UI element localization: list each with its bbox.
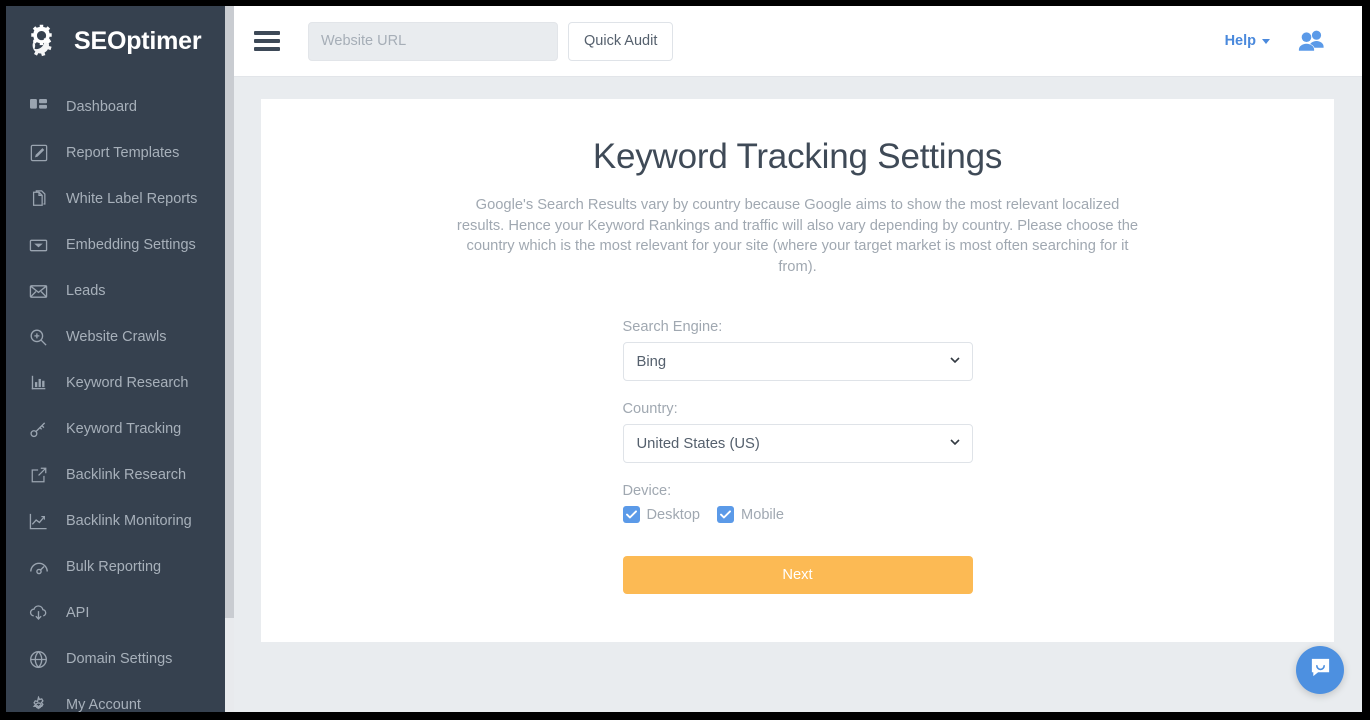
search-engine-select[interactable]: Bing	[623, 342, 973, 381]
bar-chart-icon	[28, 373, 49, 394]
copy-documents-icon	[28, 189, 49, 210]
topbar: Quick Audit Help	[234, 6, 1362, 77]
content-area: Keyword Tracking Settings Google's Searc…	[234, 77, 1362, 712]
next-button[interactable]: Next	[623, 556, 973, 594]
chevron-down-icon	[1262, 39, 1270, 44]
pencil-square-icon	[28, 143, 49, 164]
sidebar-item-dashboard[interactable]: Dashboard	[6, 84, 234, 130]
sidebar-item-label: Domain Settings	[66, 651, 172, 667]
key-icon	[28, 419, 49, 440]
help-menu[interactable]: Help	[1225, 33, 1270, 49]
globe-icon	[28, 649, 49, 670]
line-chart-icon	[28, 511, 49, 532]
mobile-checkbox[interactable]	[717, 506, 734, 523]
sidebar-item-label: Keyword Tracking	[66, 421, 181, 437]
sidebar-item-label: Report Templates	[66, 145, 179, 161]
search-engine-label: Search Engine:	[623, 319, 973, 335]
sidebar-item-label: Bulk Reporting	[66, 559, 161, 575]
desktop-checkbox-label: Desktop	[647, 507, 701, 523]
settings-card: Keyword Tracking Settings Google's Searc…	[261, 99, 1334, 642]
envelope-icon	[28, 281, 49, 302]
sidebar-item-leads[interactable]: Leads	[6, 268, 234, 314]
dashboard-grid-icon	[28, 97, 49, 118]
desktop-checkbox[interactable]	[623, 506, 640, 523]
device-options: Desktop Mobile	[623, 506, 973, 523]
device-option-desktop[interactable]: Desktop	[623, 506, 701, 523]
gauge-icon	[28, 557, 49, 578]
gears-logo-icon	[23, 22, 65, 60]
sidebar-item-label: My Account	[66, 697, 141, 712]
sidebar-item-label: Dashboard	[66, 99, 137, 115]
external-link-icon	[28, 465, 49, 486]
sidebar-item-backlink-research[interactable]: Backlink Research	[6, 452, 234, 498]
sidebar-item-embedding-settings[interactable]: Embedding Settings	[6, 222, 234, 268]
sidebar-item-label: API	[66, 605, 89, 621]
keyword-tracking-form: Search Engine: Bing Country: United Stat…	[623, 319, 973, 594]
chat-bubble-icon	[1309, 656, 1332, 684]
sidebar-item-label: Leads	[66, 283, 106, 299]
quick-audit-button[interactable]: Quick Audit	[568, 22, 673, 61]
device-option-mobile[interactable]: Mobile	[717, 506, 784, 523]
app-window: SEOptimer Dashboard Report Templates Whi	[6, 6, 1362, 712]
sidebar: SEOptimer Dashboard Report Templates Whi	[6, 6, 234, 712]
main-content: Quick Audit Help	[234, 6, 1362, 712]
website-url-input[interactable]	[308, 22, 558, 61]
country-select[interactable]: United States (US)	[623, 424, 973, 463]
search-engine-select-wrapper: Bing	[623, 342, 973, 381]
sidebar-nav-list: Dashboard Report Templates White Label R…	[6, 76, 234, 712]
sidebar-item-domain-settings[interactable]: Domain Settings	[6, 636, 234, 682]
sidebar-item-bulk-reporting[interactable]: Bulk Reporting	[6, 544, 234, 590]
hamburger-menu-icon[interactable]	[254, 31, 280, 51]
sidebar-item-keyword-research[interactable]: Keyword Research	[6, 360, 234, 406]
cloud-download-icon	[28, 603, 49, 624]
page-description: Google's Search Results vary by country …	[453, 195, 1143, 277]
sidebar-item-label: Embedding Settings	[66, 237, 196, 253]
sidebar-item-api[interactable]: API	[6, 590, 234, 636]
sidebar-item-white-label-reports[interactable]: White Label Reports	[6, 176, 234, 222]
sidebar-item-label: Website Crawls	[66, 329, 166, 345]
gear-icon	[28, 695, 49, 713]
help-label: Help	[1225, 33, 1256, 49]
users-icon[interactable]	[1296, 29, 1326, 53]
sidebar-item-label: Backlink Research	[66, 467, 186, 483]
chat-launcher-button[interactable]	[1296, 646, 1344, 694]
brand-logo-block[interactable]: SEOptimer	[6, 6, 234, 76]
country-select-wrapper: United States (US)	[623, 424, 973, 463]
sidebar-scrollbar[interactable]	[225, 6, 234, 712]
sidebar-item-label: White Label Reports	[66, 191, 197, 207]
brand-name: SEOptimer	[74, 27, 201, 56]
sidebar-item-label: Backlink Monitoring	[66, 513, 192, 529]
sidebar-item-label: Keyword Research	[66, 375, 189, 391]
sidebar-item-backlink-monitoring[interactable]: Backlink Monitoring	[6, 498, 234, 544]
sidebar-item-keyword-tracking[interactable]: Keyword Tracking	[6, 406, 234, 452]
device-label: Device:	[623, 483, 973, 499]
country-label: Country:	[623, 401, 973, 417]
embed-box-icon	[28, 235, 49, 256]
sidebar-item-report-templates[interactable]: Report Templates	[6, 130, 234, 176]
mobile-checkbox-label: Mobile	[741, 507, 784, 523]
search-plus-icon	[28, 327, 49, 348]
topbar-right-group: Help	[1225, 29, 1342, 53]
sidebar-scrollbar-thumb[interactable]	[225, 6, 234, 618]
page-title: Keyword Tracking Settings	[291, 137, 1304, 177]
sidebar-item-my-account[interactable]: My Account	[6, 682, 234, 712]
sidebar-item-website-crawls[interactable]: Website Crawls	[6, 314, 234, 360]
